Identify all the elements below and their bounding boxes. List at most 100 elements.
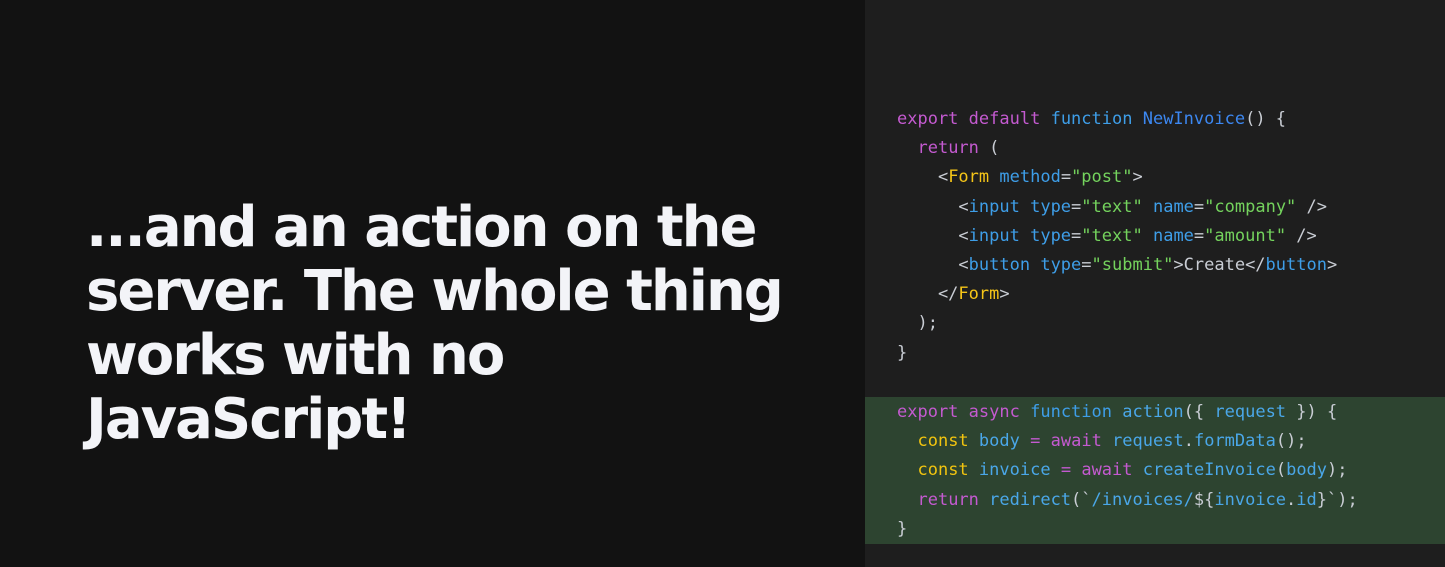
code-token: method [999,167,1061,188]
code-token: "text" [1081,196,1143,217]
code-token: redirect [989,489,1072,510]
code-line: <input type="text" name="amount" /> [865,222,1445,251]
code-line: <button type="submit">Create</button> [865,251,1445,280]
code-line: return redirect(`/invoices/${invoice.id}… [865,486,1445,515]
code-token: const [917,460,969,481]
code-token: return [917,138,979,159]
code-token: type [1040,254,1082,275]
code-token: formData [1193,431,1276,452]
code-token: type [1030,225,1072,246]
code-token: = [1060,167,1072,188]
code-line: } [865,339,1445,368]
code-line: <input type="text" name="company" /> [865,193,1445,222]
code-token: = [1193,225,1205,246]
code-token: id [1296,489,1317,510]
code-token: /invoices/ [1091,489,1194,510]
code-token: input [968,225,1020,246]
code-panel: export default function NewInvoice() { r… [865,0,1445,567]
code-token: } [897,342,908,363]
code-token: (); [1275,431,1307,452]
code-line: </Form> [865,280,1445,309]
code-token: }`); [1316,489,1358,510]
code-token: </ [897,284,959,305]
code-token: return [917,489,979,510]
code-token: > [1326,254,1338,275]
code-token: await [1081,460,1133,481]
code-token: = [1081,254,1092,275]
code-token: < [897,225,969,246]
code-line: export async function action({ request }… [865,398,1445,427]
code-token: function [1030,402,1112,422]
code-token: ${ [1193,489,1215,510]
code-block-component: export default function NewInvoice() { r… [865,105,1445,368]
text-panel: ...and an action on the server. The whol… [0,0,865,567]
code-token: "post" [1071,167,1133,188]
code-token: default [968,109,1041,129]
code-token: createInvoice [1142,460,1276,481]
code-token: export [897,402,959,422]
code-token: body [978,431,1020,452]
code-token: name [1152,225,1194,246]
code-line: ); [865,309,1445,338]
code-token: ); [1327,460,1348,481]
code-token: body [1286,460,1328,481]
code-token: action [1122,402,1184,422]
code-line: const invoice = await createInvoice(body… [865,456,1445,485]
code-token: const [917,431,969,452]
code-token: < [897,254,969,275]
code-token: export [897,109,959,129]
code-line: return ( [865,134,1445,163]
code-token: = [1060,460,1072,481]
code-token: ( [1275,460,1287,481]
code-token: . [1183,431,1194,452]
code-line: const body = await request.formData(); [865,427,1445,456]
code-token: }) { [1286,402,1338,422]
code-block-action-highlighted: export async function action({ request }… [865,397,1445,544]
code-token: > [999,284,1010,305]
code-token: > [1132,167,1143,188]
code-token: await [1050,431,1102,452]
slide: ...and an action on the server. The whol… [0,0,1445,567]
code-token: function [1050,109,1133,129]
code-token: } [897,518,908,539]
code-token: < [897,167,949,188]
code-token: request [1112,431,1184,452]
code-token: "submit" [1091,254,1174,275]
code-token: . [1286,489,1297,510]
code-line: <Form method="post"> [865,163,1445,192]
code-token: ( [978,138,1000,159]
code-token: input [968,196,1020,217]
code-token: Form [958,284,1000,305]
code-token: "amount" [1204,225,1287,246]
code-token: request [1214,402,1287,422]
code-token: ); [897,313,938,334]
code-token: = [1030,431,1041,452]
code-token: async [968,402,1020,422]
code-token: < [897,196,969,217]
code-token: () { [1245,109,1287,129]
